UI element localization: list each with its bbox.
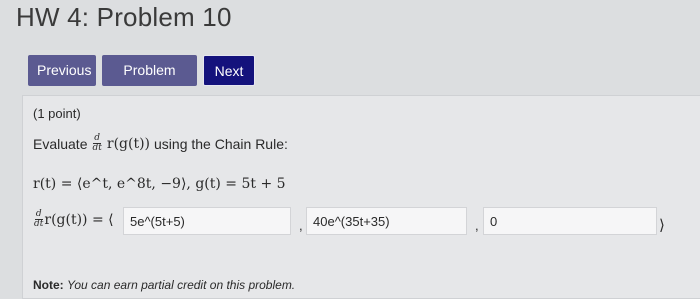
given-functions: r(t) = ⟨e^t, e^8t, −9⟩, g(t) = 5t + 5 <box>33 176 286 192</box>
page-title: HW 4: Problem 10 <box>16 2 232 32</box>
next-button[interactable]: Next <box>203 55 255 86</box>
note-text: You can earn partial credit on this prob… <box>67 278 296 292</box>
note-label: Note: <box>33 278 64 292</box>
partial-credit-note: Note: You can earn partial credit on thi… <box>33 278 295 292</box>
answer-derivative-operator: d dt <box>34 210 43 229</box>
previous-button[interactable]: Previous <box>28 55 96 86</box>
problem-nav: Previous Problem List Next <box>28 55 255 109</box>
derivative-operator: d dt <box>92 134 101 153</box>
answer-lhs: r(g(t)) = ⟨ <box>44 211 114 228</box>
derivative-denominator: dt <box>92 143 102 153</box>
answer-input-1[interactable]: 5e^(5t+5) <box>123 207 291 235</box>
answer-input-3[interactable]: 0 <box>483 207 657 235</box>
answer-input-2[interactable]: 40e^(35t+35) <box>306 207 467 235</box>
points-label: (1 point) <box>33 106 81 121</box>
answer-separator-1: , <box>299 218 303 233</box>
answer-line: d dt r(g(t)) = ⟨ <box>33 210 114 229</box>
problem-list-button[interactable]: Problem List <box>102 55 197 109</box>
evaluate-expression: r(g(t)) <box>106 135 151 152</box>
problem-panel: (1 point) Evaluate d dt r(g(t)) using th… <box>22 95 700 299</box>
evaluate-prefix: Evaluate <box>33 135 88 152</box>
problem-statement: Evaluate d dt r(g(t)) using the Chain Ru… <box>33 134 288 153</box>
answer-closing-bracket: ⟩ <box>659 216 665 234</box>
answer-derivative-denominator: dt <box>34 219 44 229</box>
evaluate-suffix: using the Chain Rule: <box>154 135 288 152</box>
answer-separator-2: , <box>475 218 479 233</box>
